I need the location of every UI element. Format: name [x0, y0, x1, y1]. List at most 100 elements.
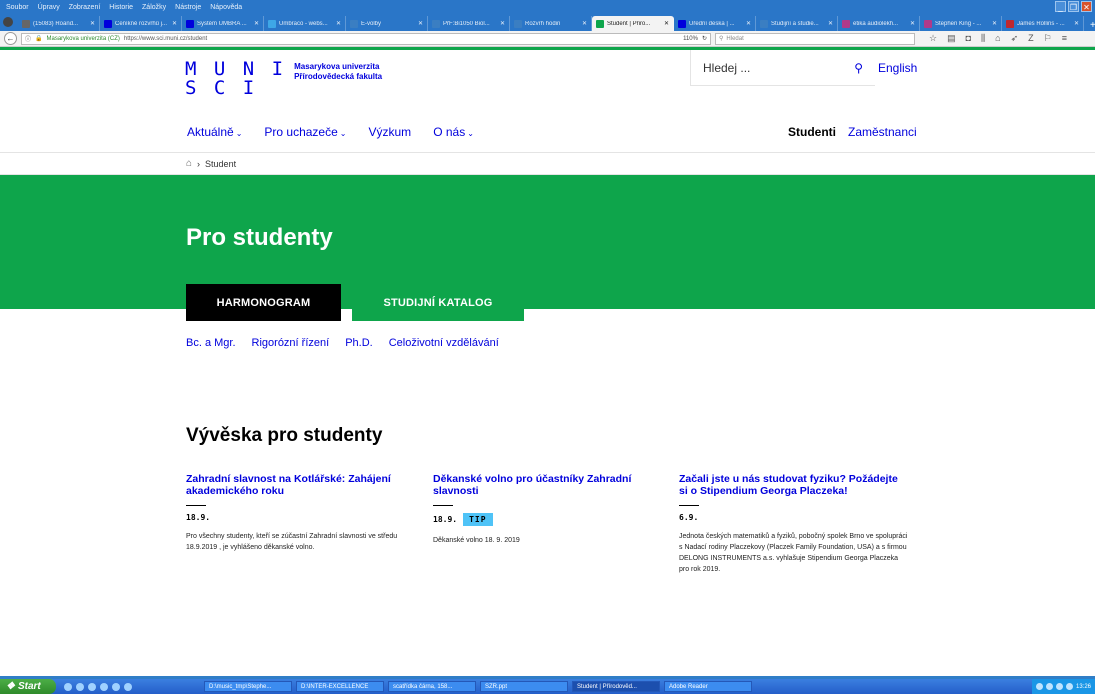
news-title-link[interactable]: Děkanské volno pro účastníky Zahradní sl… — [433, 473, 663, 497]
news-item: Děkanské volno pro účastníky Zahradní sl… — [433, 473, 663, 546]
tab-close-icon[interactable]: ✕ — [254, 20, 259, 27]
close-window-button[interactable]: ✕ — [1081, 1, 1092, 12]
reading-list-icon[interactable]: ▤ — [947, 33, 956, 44]
taskbar-task[interactable]: D:\INTER-EXCELLENCE — [296, 681, 384, 692]
study-catalog-button[interactable]: STUDIJNÍ KATALOG — [352, 284, 524, 321]
back-button[interactable]: ← — [4, 32, 17, 45]
browser-tab[interactable]: Rozvrh hodin ✕ — [510, 16, 592, 31]
library-icon[interactable]: ⫼ — [981, 33, 985, 44]
taskbar-task[interactable]: D:\music_tmp\Stephe... — [204, 681, 292, 692]
new-tab-button[interactable]: + — [1084, 20, 1095, 31]
tab-close-icon[interactable]: ✕ — [582, 20, 587, 27]
maximize-button[interactable]: ❐ — [1068, 1, 1079, 12]
logo-mark: M U N I S C I — [185, 58, 287, 99]
notice-board-title: Vývěska pro studenty — [186, 425, 383, 446]
news-title-link[interactable]: Zahradní slavnost na Kotlářské: Zahájení… — [186, 473, 416, 497]
browser-tab[interactable]: Studijní a studie... ✕ — [756, 16, 838, 31]
window-controls: _ ❐ ✕ — [1055, 1, 1092, 12]
tray-icon[interactable] — [1035, 683, 1043, 690]
menu-hamburger-icon[interactable]: ≡ — [1062, 33, 1067, 44]
menu-edit[interactable]: Úpravy — [38, 4, 60, 11]
tab-close-icon[interactable]: ✕ — [910, 20, 915, 27]
browser-tab[interactable]: PřF:Bi1050 Biol... ✕ — [428, 16, 510, 31]
menu-bookmarks[interactable]: Záložky — [142, 4, 166, 11]
taskbar-task[interactable]: scatřídka čárna, 158... — [388, 681, 476, 692]
quicklaunch-icon[interactable] — [64, 682, 72, 691]
browser-tab[interactable]: E-volby ✕ — [346, 16, 428, 31]
send-icon[interactable]: ➶ — [1011, 33, 1019, 44]
start-button[interactable]: ❖ Start — [0, 679, 56, 694]
bookmark-star-icon[interactable]: ☆ — [929, 33, 937, 44]
menu-file[interactable]: Soubor — [6, 4, 29, 11]
pocket-icon[interactable]: ◘ — [966, 33, 971, 44]
menu-help[interactable]: Nápověda — [210, 4, 242, 11]
extension-icon[interactable]: ⚐ — [1044, 33, 1052, 44]
browser-tab[interactable]: Úřední deska | ... ✕ — [674, 16, 756, 31]
site-search-input[interactable]: Hledej ... ⚲ — [690, 50, 875, 86]
tab-label: Stephen King - ... — [935, 20, 982, 27]
tab-close-icon[interactable]: ✕ — [1074, 20, 1079, 27]
nav-o-nas[interactable]: O nás ⌄ — [433, 125, 474, 139]
browser-tab[interactable]: Stephen King - ... ✕ — [920, 16, 1002, 31]
tab-favicon-icon — [760, 19, 768, 28]
browser-tab[interactable]: Ceníkné rozvrhů j... ✕ — [100, 16, 182, 31]
nav-aktualne[interactable]: Aktuálně ⌄ — [187, 125, 242, 139]
home-button-icon[interactable]: ⌂ — [995, 33, 1000, 44]
taskbar-task[interactable]: Student | Přírodověd... — [572, 681, 660, 692]
program-link-rigorozni[interactable]: Rigorózní řízení — [252, 337, 330, 349]
menu-tools[interactable]: Nástroje — [175, 4, 201, 11]
search-icon[interactable]: ⚲ — [854, 61, 863, 75]
program-link-celozivotni[interactable]: Celoživotní vzdělávání — [389, 337, 499, 349]
tab-close-icon[interactable]: ✕ — [336, 20, 341, 27]
news-excerpt: Děkanské volno 18. 9. 2019 — [433, 537, 520, 544]
tray-icon[interactable] — [1055, 683, 1063, 690]
audience-students-link[interactable]: Studenti — [788, 125, 836, 139]
browser-tab[interactable]: Systém UMBRA ... ✕ — [182, 16, 264, 31]
tab-label: Úřední deska | ... — [689, 20, 735, 27]
tray-icon[interactable] — [1065, 683, 1073, 690]
navigation-bar: ← ⓘ 🔒 Masarykova univerzita (CZ) https:/… — [0, 31, 1095, 47]
harmonogram-button[interactable]: HARMONOGRAM — [186, 284, 341, 321]
audience-staff-link[interactable]: Zaměstnanci — [848, 125, 917, 139]
language-switch-link[interactable]: English — [878, 61, 917, 75]
muni-sci-logo[interactable]: M U N I S C I Masarykova univerzita Přír… — [185, 60, 404, 98]
nav-vyzkum[interactable]: Výzkum — [369, 125, 412, 139]
browser-tab[interactable]: Umbraco - webs... ✕ — [264, 16, 346, 31]
browser-tab[interactable]: etika audiolékh... ✕ — [838, 16, 920, 31]
cta-buttons: HARMONOGRAM STUDIJNÍ KATALOG — [186, 284, 524, 321]
info-icon[interactable]: ⓘ — [25, 34, 31, 43]
tab-close-icon[interactable]: ✕ — [992, 20, 997, 27]
home-icon[interactable]: ⌂ — [186, 158, 192, 169]
browser-tab[interactable]: (15083) Roand... ✕ — [18, 16, 100, 31]
reload-icon[interactable]: ↻ — [702, 35, 707, 42]
nav-pro-uchazece[interactable]: Pro uchazeče ⌄ — [264, 125, 346, 139]
taskbar-task[interactable]: SZR.ppt — [480, 681, 568, 692]
news-title-link[interactable]: Začali jste u nás studovat fyziku? Požád… — [679, 473, 909, 497]
program-link-bc-mgr[interactable]: Bc. a Mgr. — [186, 337, 236, 349]
tab-close-icon[interactable]: ✕ — [172, 20, 177, 27]
tab-close-icon[interactable]: ✕ — [90, 20, 95, 27]
quicklaunch-icon[interactable] — [88, 682, 96, 691]
tray-icon[interactable] — [1045, 683, 1053, 690]
quicklaunch-icon[interactable] — [112, 682, 120, 691]
menu-view[interactable]: Zobrazení — [69, 4, 101, 11]
quicklaunch-icon[interactable] — [100, 682, 108, 691]
menu-history[interactable]: Historie — [109, 4, 133, 11]
quicklaunch-icon[interactable] — [124, 682, 132, 691]
browser-search-input[interactable]: ⚲ Hledat — [715, 32, 915, 45]
tab-close-icon[interactable]: ✕ — [500, 20, 505, 27]
zotero-icon[interactable]: Z — [1028, 33, 1034, 44]
minimize-button[interactable]: _ — [1055, 1, 1066, 12]
tab-close-icon[interactable]: ✕ — [828, 20, 833, 27]
browser-tab[interactable]: James Rollins - ... ✕ — [1002, 16, 1084, 31]
quicklaunch-icon[interactable] — [76, 682, 84, 691]
tab-close-icon[interactable]: ✕ — [418, 20, 423, 27]
url-text[interactable]: https://www.sci.muni.cz/student — [124, 36, 679, 42]
url-bar[interactable]: ⓘ 🔒 Masarykova univerzita (CZ) https://w… — [21, 32, 711, 45]
program-link-phd[interactable]: Ph.D. — [345, 337, 373, 349]
browser-tab[interactable]: Student | Přiro... ✕ — [592, 16, 674, 31]
zoom-level[interactable]: 110% — [683, 36, 698, 42]
tab-close-icon[interactable]: ✕ — [664, 20, 669, 27]
tab-close-icon[interactable]: ✕ — [746, 20, 751, 27]
taskbar-task[interactable]: Adobe Reader — [664, 681, 752, 692]
